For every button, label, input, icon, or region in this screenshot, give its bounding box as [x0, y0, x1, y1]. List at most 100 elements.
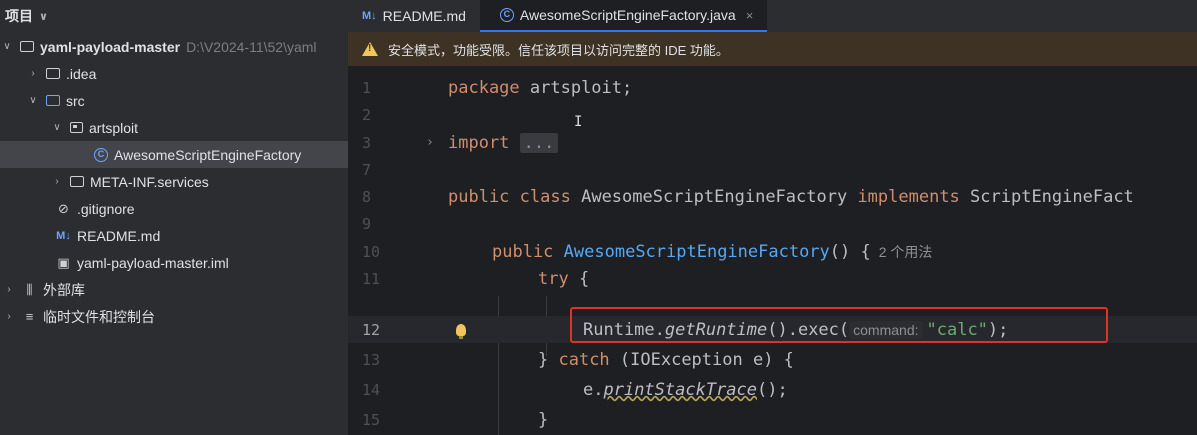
tab-label: AwesomeScriptEngineFactory.java — [519, 7, 736, 23]
tab-awesomescriptenginefactory[interactable]: C AwesomeScriptEngineFactory.java × — [479, 0, 768, 32]
tree-item-iml[interactable]: ▣ yaml-payload-master.iml — [0, 249, 348, 276]
library-icon: ⫼ — [26, 281, 33, 297]
markdown-icon: M↓ — [362, 10, 377, 22]
chevron-down-icon[interactable]: ∨ — [50, 122, 64, 133]
tree-item-label: META-INF.services — [90, 173, 209, 190]
line-number: 1 — [362, 78, 372, 97]
tree-item-gitignore[interactable]: ⊘ .gitignore — [0, 195, 348, 222]
line-number: 11 — [362, 269, 381, 288]
class-name: AwesomeScriptEngineFactory — [570, 186, 858, 207]
chevron-down-icon[interactable]: ∨ — [26, 95, 40, 106]
tree-item-label: .gitignore — [77, 200, 135, 217]
class-icon: C — [94, 147, 108, 162]
tree-item-yaml-payload-master[interactable]: ∨ yaml-payload-master D:\V2024-11\52\yam… — [0, 33, 348, 60]
line-number: 15 — [362, 410, 381, 429]
code-line[interactable]: 7 — [348, 156, 1197, 183]
chevron-down-icon[interactable]: ∨ — [39, 10, 48, 23]
tree-item-meta-inf-services[interactable]: › META-INF.services — [0, 168, 348, 195]
line-number: 8 — [362, 187, 372, 206]
code-line[interactable]: 10 public AwesomeScriptEngineFactory() {… — [348, 238, 1197, 265]
chevron-right-icon[interactable]: › — [26, 68, 40, 79]
markdown-icon: M↓ — [56, 229, 71, 242]
warning-icon — [362, 42, 378, 56]
tree-item-scratches[interactable]: › ≡ 临时文件和控制台 — [0, 303, 348, 330]
code-line[interactable]: 1 package artsploit; — [348, 74, 1197, 101]
tab-readme[interactable]: M↓ README.md — [348, 0, 480, 32]
tree-item-label: yaml-payload-master.iml — [77, 254, 229, 271]
tab-label: README.md — [382, 8, 466, 24]
line-number: 12 — [362, 320, 381, 339]
tree-item-label: artsploit — [89, 119, 139, 136]
code-text: ScriptEngineFact — [959, 186, 1134, 207]
method-name: printStackTrace — [603, 379, 758, 400]
keyword: catch — [558, 349, 610, 370]
line-number: 7 — [362, 160, 372, 179]
code-text: artsploit; — [519, 77, 633, 98]
folder-icon — [70, 176, 84, 187]
tree-item-label: 外部库 — [43, 281, 85, 298]
class-icon: C — [499, 8, 514, 22]
code-editor[interactable]: I 1 package artsploit; 2 3 › import ... … — [348, 66, 1197, 435]
project-panel-title: 项目 — [5, 8, 33, 24]
code-text: (IOException e) { — [609, 349, 794, 370]
line-number: 2 — [362, 105, 372, 124]
folder-icon — [46, 68, 60, 79]
tree-item-label: AwesomeScriptEngineFactory — [114, 146, 302, 163]
tree-item-awesomescriptenginefactory[interactable]: C AwesomeScriptEngineFactory — [0, 141, 348, 168]
code-line[interactable]: 8 public class AwesomeScriptEngineFactor… — [348, 183, 1197, 210]
constructor-name: AwesomeScriptEngineFactory — [563, 241, 830, 262]
line-number: 13 — [362, 350, 381, 369]
code-text: e. — [583, 379, 604, 400]
keyword: public — [492, 241, 554, 262]
tree-item-label: yaml-payload-master — [40, 38, 181, 55]
editor-tab-bar: M↓ README.md C AwesomeScriptEngineFactor… — [348, 0, 1197, 32]
package-icon — [70, 122, 83, 133]
ignore-file-icon: ⊘ — [58, 200, 69, 216]
code-line[interactable]: 11 try { — [348, 265, 1197, 292]
usage-count-hint[interactable]: 2 个用法 — [879, 244, 933, 260]
tree-item-readme[interactable]: M↓ README.md — [0, 222, 348, 249]
keyword: public — [448, 186, 510, 207]
chevron-down-icon[interactable]: ∨ — [0, 41, 14, 52]
module-path: D:\V2024-11\52\yaml — [186, 38, 317, 55]
chevron-right-icon[interactable]: › — [2, 284, 16, 295]
code-line[interactable]: 3 › import ... — [348, 129, 1197, 156]
chevron-right-icon[interactable]: › — [50, 176, 64, 187]
iml-file-icon: ▣ — [57, 254, 70, 270]
project-panel-header[interactable]: 项目 ∨ — [0, 0, 348, 32]
chevron-right-icon[interactable]: › — [2, 311, 16, 322]
code-line[interactable]: 15 } — [348, 406, 1197, 433]
tree-item-src[interactable]: ∨ src — [0, 87, 348, 114]
tree-item-label: src — [66, 92, 85, 109]
keyword: implements — [857, 186, 960, 207]
keyword: class — [519, 186, 571, 207]
keyword: import — [448, 132, 510, 153]
code-text: () { — [829, 241, 871, 262]
tree-item-artsploit[interactable]: ∨ artsploit — [0, 114, 348, 141]
chevron-right-icon[interactable]: › — [426, 135, 434, 150]
safe-mode-message: 安全模式，功能受限。信任该项目以访问完整的 IDE 功能。 — [388, 42, 729, 58]
tree-item-idea[interactable]: › .idea — [0, 60, 348, 87]
code-line[interactable]: 13 } catch (IOException e) { — [348, 346, 1197, 373]
code-line[interactable]: 2 — [348, 101, 1197, 128]
line-number: 10 — [362, 242, 381, 261]
source-folder-icon — [46, 95, 60, 106]
lightbulb-icon[interactable] — [456, 323, 466, 339]
scratches-icon: ≡ — [25, 309, 34, 324]
keyword: package — [448, 77, 520, 98]
red-annotation-box — [570, 307, 1108, 343]
code-text: (); — [757, 379, 788, 400]
line-number: 9 — [362, 214, 372, 233]
code-line[interactable]: 9 — [348, 210, 1197, 237]
code-text: } — [538, 349, 559, 370]
line-number: 14 — [362, 380, 381, 399]
code-text: { — [568, 268, 590, 289]
code-text: } — [538, 409, 549, 430]
close-icon[interactable]: × — [746, 8, 754, 23]
keyword: try — [538, 268, 569, 289]
tree-item-label: .idea — [66, 65, 97, 82]
code-line[interactable]: 14 e.printStackTrace(); — [348, 376, 1197, 403]
tree-item-label: README.md — [77, 227, 161, 244]
folded-imports[interactable]: ... — [519, 132, 559, 153]
tree-item-external-libraries[interactable]: › ⫼ 外部库 — [0, 276, 348, 303]
